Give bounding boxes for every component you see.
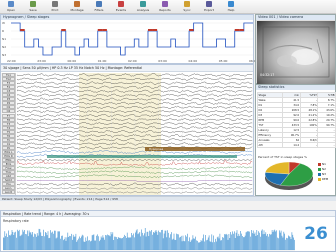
print-icon [52, 1, 58, 7]
hypnogram-rem-bar [189, 29, 194, 31]
hypnogram-time-tick: 01:00 [97, 59, 107, 63]
pie-legend: N1 N2 N3 REM [318, 162, 336, 182]
app-window: Open Save Print Montage Filters Events Analysi… [0, 0, 336, 252]
toolbar-button-label: Save [29, 8, 37, 12]
hypnogram-stage-label: W [2, 21, 5, 25]
hypnogram-rem-bar [239, 29, 244, 31]
toolbar-button-export[interactable]: Export [202, 1, 216, 13]
stats-cell: 14.2 [281, 142, 301, 148]
toolbar-button-filters[interactable]: Filters [92, 1, 106, 13]
hypnogram-stage-label: N3 [2, 53, 7, 57]
toolbar-button-analysis[interactable]: Analysis [136, 1, 150, 13]
montage-icon [74, 1, 80, 7]
legend-swatch [318, 173, 321, 176]
stats-table: Stage min %TST %TIB Wake 41.5-8.7% N1 34.0 7.8%… [257, 92, 336, 148]
toolbar-button-label: Help [227, 8, 235, 12]
hypnogram-time-tick: 04:00 [188, 59, 198, 63]
video-title: Video 001 / Video camera [256, 15, 335, 20]
eeg-channel-label[interactable]: Leg R [2, 190, 15, 195]
stage-pie-chart [264, 161, 314, 190]
respiration-rate-value: 26 [304, 224, 328, 244]
toolbar-button-label: Events [115, 8, 127, 12]
toolbar-button-label: Filters [94, 8, 104, 12]
video-frame[interactable]: 04:32:17 [257, 21, 335, 84]
analysis-icon [140, 1, 146, 7]
hypnogram-rem-bar [20, 29, 25, 31]
help-icon [228, 1, 234, 7]
legend-label: N1 [322, 162, 326, 166]
toolbar-button-label: Analysis [136, 8, 150, 12]
pie-slice-rem [265, 161, 290, 175]
toolbar-button-label: Print [51, 8, 59, 12]
eeg-toolbar[interactable]: 30 s/page | Sens 50 µV/mm | HP 0.3 Hz LP… [1, 65, 253, 72]
hypnogram-time-tick: 22:00 [7, 59, 16, 63]
sleep-statistics-panel: Sleep statistics Stage min %TST %TIB Wake 41… [255, 84, 336, 196]
toolbar-button-label: Reports [159, 8, 171, 12]
toolbar-button-montage[interactable]: Montage [70, 1, 84, 13]
toolbar-button-label: Open [6, 8, 15, 12]
eeg-channel-list: Fp1 Fp2 F3 F4 C3 C4 P3 P4 O1 O2 F7 F8 T3 T4 T5 T6 Fz Cz Pz… [1, 73, 16, 195]
save-icon [30, 1, 36, 7]
open-icon [8, 1, 14, 7]
toolbar-button-reports[interactable]: Reports [158, 1, 172, 13]
eeg-panel: 30 s/page | Sens 50 µV/mm | HP 0.3 Hz LP… [0, 64, 254, 196]
toolbar-button-label: Sync [183, 8, 191, 12]
legend-label: N2 [322, 167, 326, 171]
hypnogram-stage-label: N1 [2, 37, 7, 41]
respiration-trend[interactable] [3, 223, 295, 251]
hypnogram-stage-label: R [2, 29, 5, 33]
hypnogram-time-tick: 03:00 [158, 59, 167, 63]
toolbar-button-sync[interactable]: Sync [180, 1, 194, 13]
hypnogram-rem-bar [102, 29, 107, 31]
hypnogram-time-tick: 05:00 [218, 59, 228, 63]
export-icon [206, 1, 212, 7]
stats-row: AHI 14.2- - [257, 142, 336, 148]
toolbar-button-save[interactable]: Save [26, 1, 40, 13]
hypnogram-rem-bar [234, 29, 240, 31]
legend-swatch [318, 178, 321, 181]
hypnogram-time-tick: 00:00 [67, 59, 77, 63]
legend-item: REM [318, 177, 336, 182]
toolbar-button-label: Montage [70, 8, 84, 12]
hypnogram-time-tick: 23:00 [37, 59, 46, 63]
toolbar-button-label: Export [204, 8, 214, 12]
hypnogram-panel: Hypnogram / Sleep stages W R N1 N2 N3 22:00 2… [0, 14, 258, 64]
toolbar-button-print[interactable]: Print [48, 1, 62, 13]
hypnogram-chart[interactable] [11, 21, 253, 58]
hypnogram-rem-bar [147, 29, 153, 31]
events-icon [118, 1, 124, 7]
legend-swatch [318, 168, 321, 171]
hypnogram-rem-bar [152, 29, 158, 31]
hypnogram-title: Hypnogram / Sleep stages [1, 15, 253, 20]
eeg-waveforms[interactable]: Hypopnea [17, 73, 253, 195]
filters-icon [96, 1, 102, 7]
eeg-sleep-stage-band [47, 155, 237, 158]
respiration-panel: Respiration | Rate trend | Range: 4 h | … [0, 210, 336, 252]
legend-label: REM [322, 177, 329, 181]
toolbar-button-open[interactable]: Open [4, 1, 18, 13]
stats-title: Sleep statistics [256, 85, 335, 90]
stats-cell: - [317, 142, 336, 148]
main-toolbar: Open Save Print Montage Filters Events Analysi… [0, 0, 336, 14]
reports-icon [162, 1, 168, 7]
video-timestamp: 04:32:17 [260, 73, 275, 77]
eeg-event-label: Hypopnea [149, 147, 164, 151]
hypnogram-time-tick: 02:00 [128, 59, 137, 63]
hypnogram-rem-bar [97, 29, 103, 31]
sync-icon [184, 1, 190, 7]
toolbar-button-help[interactable]: Help [224, 1, 238, 13]
stats-cell: - [299, 142, 319, 148]
legend-swatch [318, 163, 321, 166]
hypnogram-rem-bar [61, 29, 66, 31]
status-bar: Patient: Sleep Study 12/03 | Polysomnogr… [0, 196, 336, 201]
video-panel: Video 001 / Video camera 04:32:17 [255, 14, 336, 84]
hypnogram-stage-label: N2 [2, 45, 7, 49]
stats-cell: AHI [257, 142, 283, 148]
legend-label: N3 [322, 172, 326, 176]
toolbar-button-events[interactable]: Events [114, 1, 128, 13]
respiration-toolbar[interactable]: Respiration | Rate trend | Range: 4 h | … [1, 211, 335, 217]
